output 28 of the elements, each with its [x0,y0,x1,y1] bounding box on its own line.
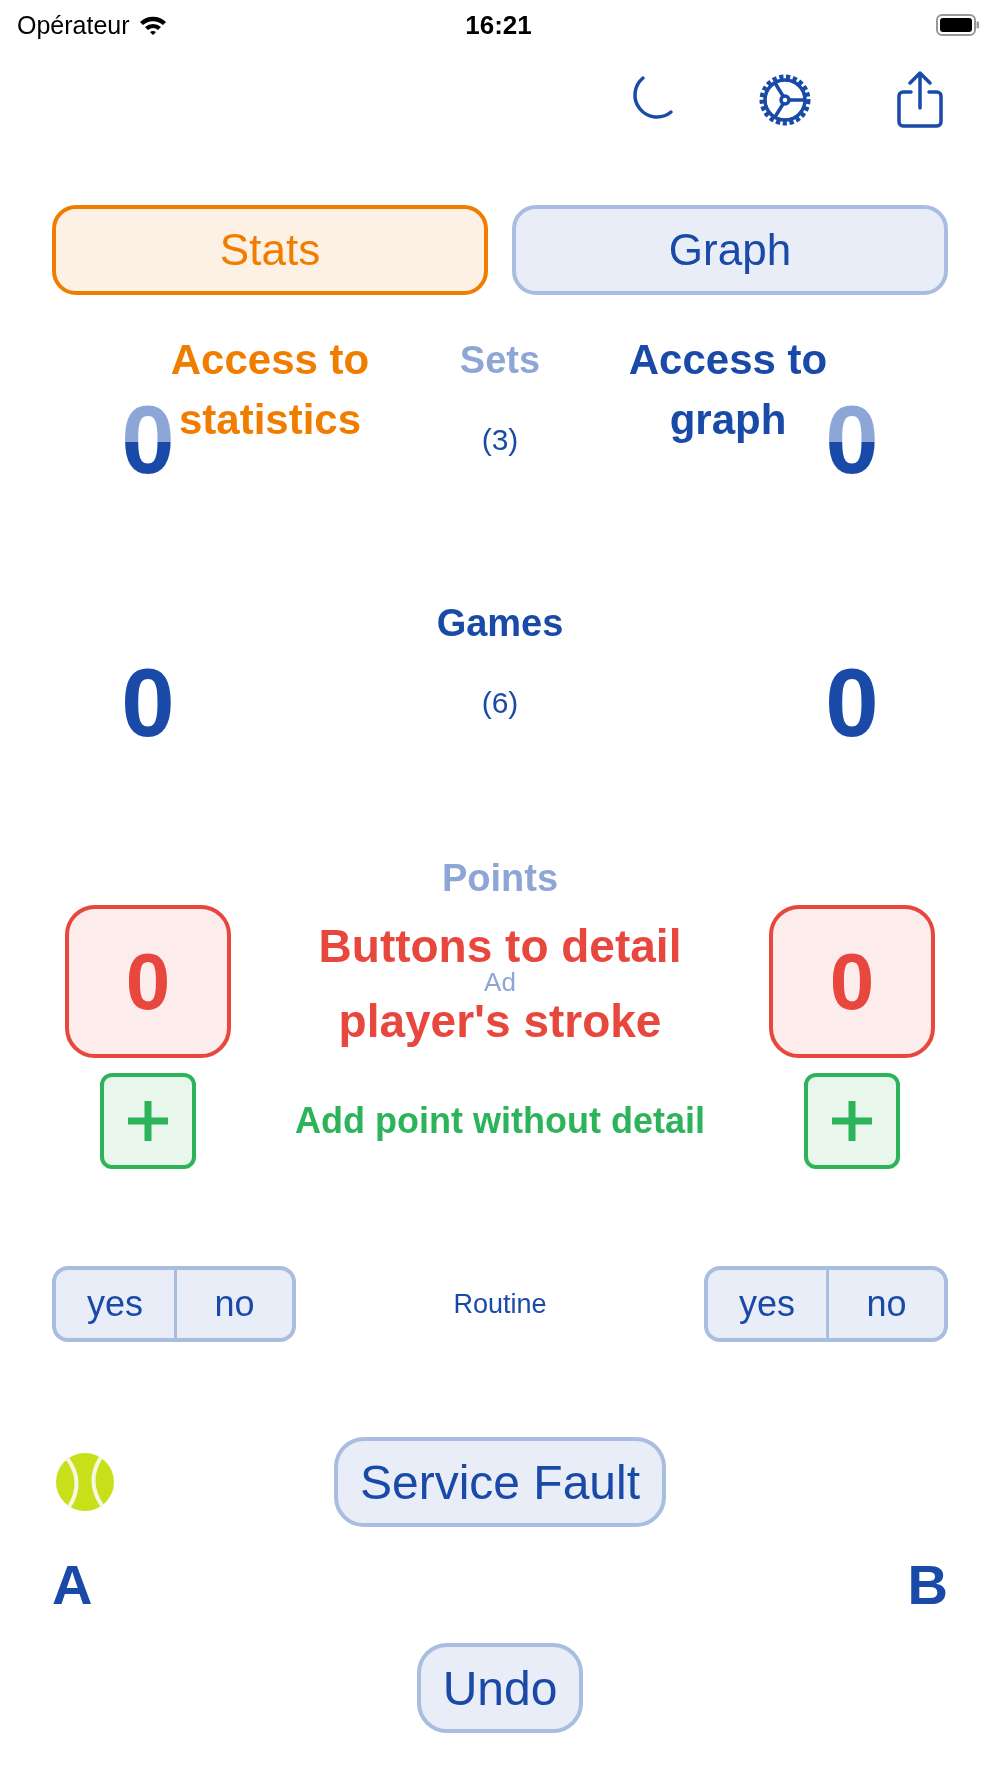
annotation-text: Buttons to detail [318,923,682,969]
limit-text: (6) [481,686,519,720]
player-name: B [907,1557,948,1613]
score: 0 [825,653,879,753]
annotation-text: Add point without detail [295,1103,705,1139]
status-time: 16:21 [465,9,532,41]
segment-option[interactable]: no [174,1270,292,1338]
segment-option[interactable]: no [826,1270,944,1338]
annotation-text: statistics [178,399,362,441]
battery-icon [936,14,980,36]
advantage-text: Ad [484,968,516,995]
segment-option[interactable]: yes [56,1270,174,1338]
carrier-name: Opérateur [17,10,130,40]
undo-button[interactable]: Undo [416,1643,584,1733]
share-icon[interactable] [895,70,945,130]
annotation-text: graph [669,399,787,441]
service-fault-button[interactable]: Service Fault [333,1437,667,1527]
routine-label: Routine [453,1288,547,1320]
tab[interactable]: Graph [512,205,948,295]
player-name: A [52,1557,93,1613]
row-label: Games [436,603,564,643]
annotation-text: Access to [170,339,370,381]
annotation-text: Access to [628,339,828,381]
row-label: Points [441,858,559,898]
limit-text: (3) [481,423,519,457]
segment-option[interactable]: yes [708,1270,826,1338]
score: 0 [121,653,175,753]
row-label: Sets [459,340,541,380]
